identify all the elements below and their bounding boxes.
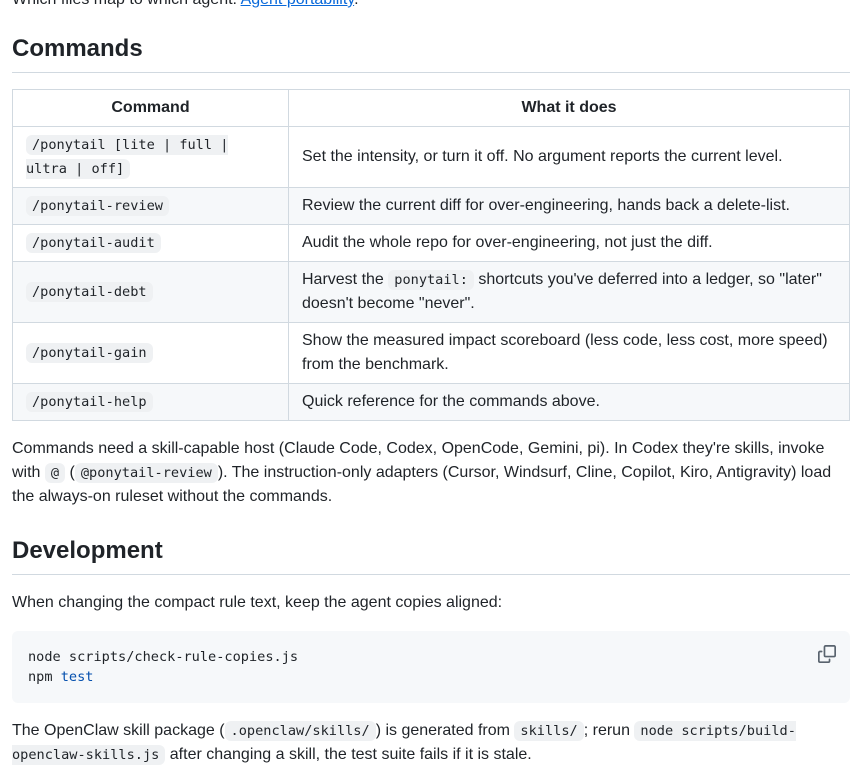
table-header-row: Command What it does [12,89,850,127]
table-row: /ponytail-review Review the current diff… [12,187,850,225]
column-header-command: Command [12,89,289,127]
command-cell: /ponytail [lite | full | ultra | off] [12,126,289,188]
development-heading: Development [12,536,850,575]
intro-end: . [354,0,358,8]
table-row: /ponytail [lite | full | ultra | off] Se… [12,126,850,188]
note-text: ( [65,464,75,481]
command-code: /ponytail [lite | full | ultra | off] [26,135,229,179]
agent-portability-link[interactable]: Agent portability [241,0,355,8]
outro-text: ) is generated from [375,722,515,739]
description-cell: Audit the whole repo for over-engineerin… [288,224,850,262]
description-cell: Harvest the ponytail: shortcuts you've d… [288,261,850,323]
command-cell: /ponytail-audit [12,224,289,262]
description-text: Harvest the [302,271,389,288]
commands-note: Commands need a skill-capable host (Clau… [12,437,850,509]
inline-code: ponytail: [388,270,474,290]
code-block: node scripts/check-rule-copies.js npm te… [12,631,850,703]
copy-icon[interactable] [818,645,836,663]
command-cell: /ponytail-review [12,187,289,225]
column-header-description: What it does [288,89,850,127]
description-cell: Set the intensity, or turn it off. No ar… [288,126,850,188]
code-keyword: test [60,669,94,685]
table-row: /ponytail-debt Harvest the ponytail: sho… [12,261,850,323]
intro-text: Which files map to which agent: [12,0,241,8]
commands-table: Command What it does /ponytail [lite | f… [12,89,850,421]
description-cell: Quick reference for the commands above. [288,383,850,421]
inline-code: @ [44,463,66,483]
inline-code: skills/ [514,721,584,741]
command-code: /ponytail-audit [26,233,161,253]
command-code: /ponytail-review [26,196,169,216]
inline-code: .openclaw/skills/ [224,721,376,741]
command-cell: /ponytail-help [12,383,289,421]
outro-text: after changing a skill, the test suite f… [165,746,532,763]
code-line: node scripts/check-rule-copies.js [28,649,299,665]
command-code: /ponytail-debt [26,282,153,302]
command-cell: /ponytail-gain [12,322,289,384]
intro-paragraph: Which files map to which agent: Agent po… [12,0,850,12]
outro-text: The OpenClaw skill package ( [12,722,225,739]
code-command: npm [28,669,61,685]
command-code: /ponytail-gain [26,343,153,363]
outro-text: ; rerun [583,722,635,739]
command-code: /ponytail-help [26,392,153,412]
table-row: /ponytail-gain Show the measured impact … [12,322,850,384]
command-cell: /ponytail-debt [12,261,289,323]
commands-heading: Commands [12,34,850,73]
description-cell: Review the current diff for over-enginee… [288,187,850,225]
description-cell: Show the measured impact scoreboard (les… [288,322,850,384]
development-intro: When changing the compact rule text, kee… [12,594,503,611]
readme-content: Which files map to which agent: Agent po… [12,0,850,767]
inline-code: @ponytail-review [74,463,218,483]
table-row: /ponytail-audit Audit the whole repo for… [12,224,850,262]
table-row: /ponytail-help Quick reference for the c… [12,383,850,421]
code-line: npm test [28,667,834,687]
